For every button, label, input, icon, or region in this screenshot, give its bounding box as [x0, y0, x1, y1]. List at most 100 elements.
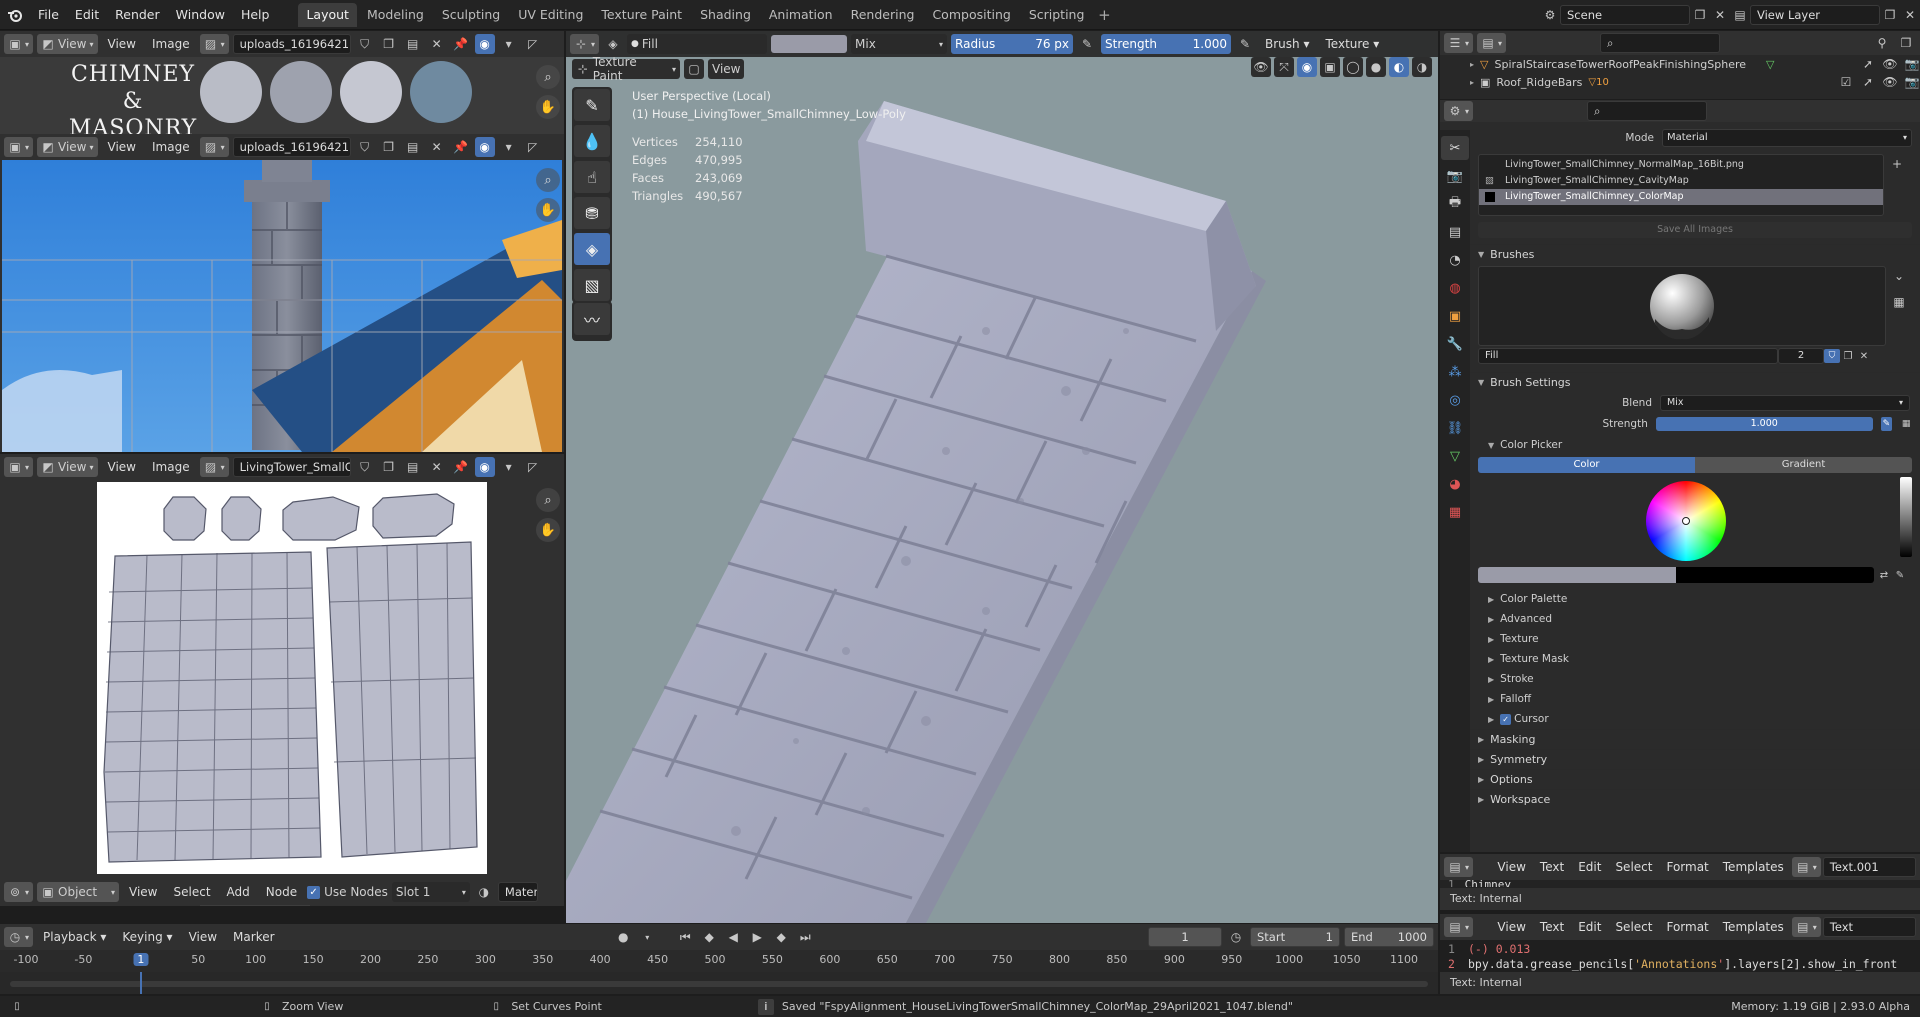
delete-view-layer-icon[interactable]: ✕	[1900, 5, 1920, 25]
menu-file[interactable]: File	[30, 0, 67, 30]
falloff-subsection[interactable]: ▶ Falloff	[1470, 689, 1920, 709]
data-tab-icon[interactable]: ▽	[1441, 444, 1469, 468]
timeline-scrollbar[interactable]	[10, 981, 1428, 987]
strength-slider[interactable]: 1.000	[1655, 417, 1873, 431]
tab-uv-editing[interactable]: UV Editing	[510, 3, 591, 27]
masking-section[interactable]: ▶ Masking	[1470, 729, 1920, 749]
workspace-section[interactable]: ▶ Workspace	[1470, 789, 1920, 809]
playback-menu[interactable]: Playback ▾	[37, 927, 112, 947]
select-menu[interactable]: Select	[1609, 917, 1658, 937]
delete-scene-icon[interactable]: ✕	[1710, 5, 1730, 25]
fake-user-icon[interactable]: ⛉	[355, 457, 375, 477]
view-menu[interactable]: View	[1491, 917, 1531, 937]
view-menu[interactable]: View	[102, 457, 142, 477]
zoom-icon[interactable]: ⌕	[536, 168, 560, 192]
material-icon[interactable]: ◑	[474, 882, 494, 902]
editor-type-button[interactable]: ◷ ▾	[4, 927, 34, 947]
world-tab-icon[interactable]: ◍	[1441, 276, 1469, 300]
text-line[interactable]: 1 Chimney	[1448, 879, 1511, 887]
editor-type-button[interactable]: ⊚ ▾	[4, 882, 34, 902]
image-browse-button[interactable]: ▨ ▾	[199, 457, 229, 477]
unlink-icon[interactable]: ✕	[427, 34, 447, 54]
menu-edit[interactable]: Edit	[67, 0, 107, 30]
text-name-field[interactable]: Text.001	[1822, 857, 1916, 877]
chevron-down-icon[interactable]: ⌄	[1892, 266, 1906, 286]
stroke-subsection[interactable]: ▶ Stroke	[1470, 669, 1920, 689]
view-layer-field[interactable]: View Layer	[1750, 4, 1880, 25]
draw-tool-icon[interactable]: ✎	[574, 89, 610, 121]
symmetry-section[interactable]: ▶ Symmetry	[1470, 749, 1920, 769]
tab-compositing[interactable]: Compositing	[924, 3, 1018, 27]
pin-icon[interactable]: 📌	[451, 34, 471, 54]
expand-icon[interactable]: ▸	[1470, 60, 1474, 69]
editor-type-button[interactable]: ▣ ▾	[4, 137, 34, 157]
brush-settings-icon[interactable]: ▦	[1892, 292, 1906, 312]
modifier-tab-icon[interactable]: 🔧	[1441, 332, 1469, 356]
brush-settings-section[interactable]: ▼ Brush Settings	[1470, 372, 1920, 392]
view-menu[interactable]: View	[102, 137, 142, 157]
scene-tab-icon[interactable]: ◔	[1441, 248, 1469, 272]
hand-icon[interactable]: ✋	[536, 95, 560, 119]
hand-icon[interactable]: ✋	[536, 198, 560, 222]
pen-icon[interactable]: ▦	[1900, 417, 1912, 431]
select-menu[interactable]: Select	[168, 882, 217, 902]
filter-icon[interactable]: ⚲	[1872, 33, 1892, 53]
toggle-region-icon[interactable]: ◸	[523, 137, 543, 157]
gizmo-icon[interactable]: ◉	[474, 137, 495, 157]
image-browse-button[interactable]: ▨ ▾	[199, 137, 229, 157]
pressure-icon[interactable]: ✎	[1880, 417, 1893, 431]
check-icon[interactable]: ✓	[1500, 713, 1512, 725]
eye-icon[interactable]: 👁	[1882, 54, 1898, 74]
open-icon[interactable]: ▤	[403, 137, 423, 157]
render-tab-icon[interactable]: 📷	[1441, 164, 1469, 188]
gizmo-icon[interactable]: ◉	[474, 457, 495, 477]
save-all-images-button[interactable]: Save All Images	[1478, 222, 1912, 238]
image-slot[interactable]: LivingTower_SmallChimney_NormalMap_16Bit…	[1479, 157, 1883, 173]
tab-sculpting[interactable]: Sculpting	[434, 3, 508, 27]
current-frame-field[interactable]: 1	[1148, 927, 1222, 947]
tab-modeling[interactable]: Modeling	[359, 3, 432, 27]
smear-tool-icon[interactable]: ☝	[574, 161, 610, 193]
start-frame-field[interactable]: Start 1	[1250, 927, 1340, 947]
expand-icon[interactable]: ▸	[1470, 78, 1474, 87]
image-menu[interactable]: Image	[146, 137, 196, 157]
toggle-region-icon[interactable]: ◸	[523, 457, 543, 477]
select-icon[interactable]: ➚	[1860, 54, 1876, 74]
editor-type-button[interactable]: ⚙ ▾	[1444, 101, 1474, 121]
camera-icon[interactable]: 📷	[1904, 54, 1920, 74]
display-mode-button[interactable]: ▤ ▾	[1477, 33, 1507, 53]
duplicate-icon[interactable]: ❐	[379, 457, 399, 477]
image-menu[interactable]: Image	[146, 457, 196, 477]
annotate-tool-icon[interactable]: 〰	[574, 303, 610, 335]
new-view-layer-icon[interactable]: ❐	[1880, 5, 1900, 25]
image-menu[interactable]: Image	[146, 34, 196, 54]
soften-tool-icon[interactable]: 💧	[574, 125, 610, 157]
new-scene-icon[interactable]: ❐	[1690, 5, 1710, 25]
add-slot-icon[interactable]: +	[1890, 154, 1904, 174]
format-menu[interactable]: Format	[1660, 917, 1714, 937]
tab-scripting[interactable]: Scripting	[1021, 3, 1093, 27]
tool-tab-icon[interactable]: ✂	[1441, 136, 1469, 160]
brush-preview[interactable]	[1478, 266, 1886, 346]
chevron-down-icon[interactable]: ▾	[499, 457, 519, 477]
preview-range-icon[interactable]: ◷	[1226, 927, 1246, 947]
edit-menu[interactable]: Edit	[1572, 917, 1607, 937]
object-tab-icon[interactable]: ▣	[1441, 304, 1469, 328]
open-icon[interactable]: ▤	[403, 457, 423, 477]
view-menu[interactable]: View	[123, 882, 163, 902]
marker-menu[interactable]: Marker	[227, 927, 280, 947]
jump-start-icon[interactable]: ⏮	[675, 927, 695, 947]
timeline-tracks[interactable]	[0, 972, 1438, 994]
text-browse-button[interactable]: ▤ ▾	[1791, 917, 1821, 937]
view-menu[interactable]: View	[102, 34, 142, 54]
image-slot-active[interactable]: LivingTower_SmallChimney_ColorMap	[1479, 189, 1883, 205]
tab-animation[interactable]: Animation	[761, 3, 841, 27]
brush-color-field[interactable]	[1478, 567, 1874, 583]
image-name-field[interactable]: LivingTower_SmallC...	[232, 457, 351, 477]
eyedropper-icon[interactable]: ✎	[1894, 567, 1906, 583]
chevron-down-icon[interactable]: ▾	[637, 927, 657, 947]
jump-end-icon[interactable]: ⏭	[795, 927, 815, 947]
chevron-down-icon[interactable]: ▾	[499, 34, 519, 54]
zoom-icon[interactable]: ⌕	[536, 488, 560, 512]
code-area[interactable]: 1 (-) 0.013 2 bpy.data.grease_pencils['Ann…	[1448, 942, 1897, 972]
